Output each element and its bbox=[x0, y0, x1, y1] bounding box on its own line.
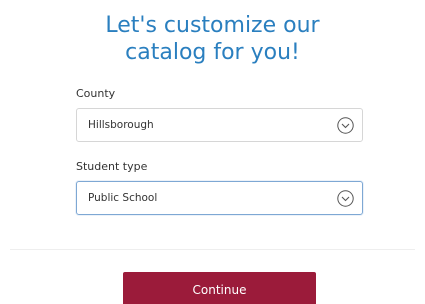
student-type-select[interactable]: Public School bbox=[76, 181, 363, 215]
customize-catalog-dialog: Let's customize our catalog for you! Cou… bbox=[0, 0, 425, 304]
county-select-value: Hillsborough bbox=[88, 119, 154, 131]
page-title-line-1: Let's customize our bbox=[105, 13, 320, 38]
county-label: County bbox=[76, 87, 116, 100]
page-title: Let's customize our catalog for you! bbox=[0, 12, 425, 66]
chevron-down-icon bbox=[337, 116, 354, 134]
divider bbox=[10, 249, 415, 250]
chevron-down-icon bbox=[337, 189, 354, 207]
student-type-select-value: Public School bbox=[88, 192, 158, 204]
page-title-line-2: catalog for you! bbox=[125, 40, 300, 65]
county-select[interactable]: Hillsborough bbox=[76, 108, 363, 142]
student-type-label: Student type bbox=[76, 160, 148, 173]
continue-button[interactable]: Continue bbox=[123, 272, 316, 304]
